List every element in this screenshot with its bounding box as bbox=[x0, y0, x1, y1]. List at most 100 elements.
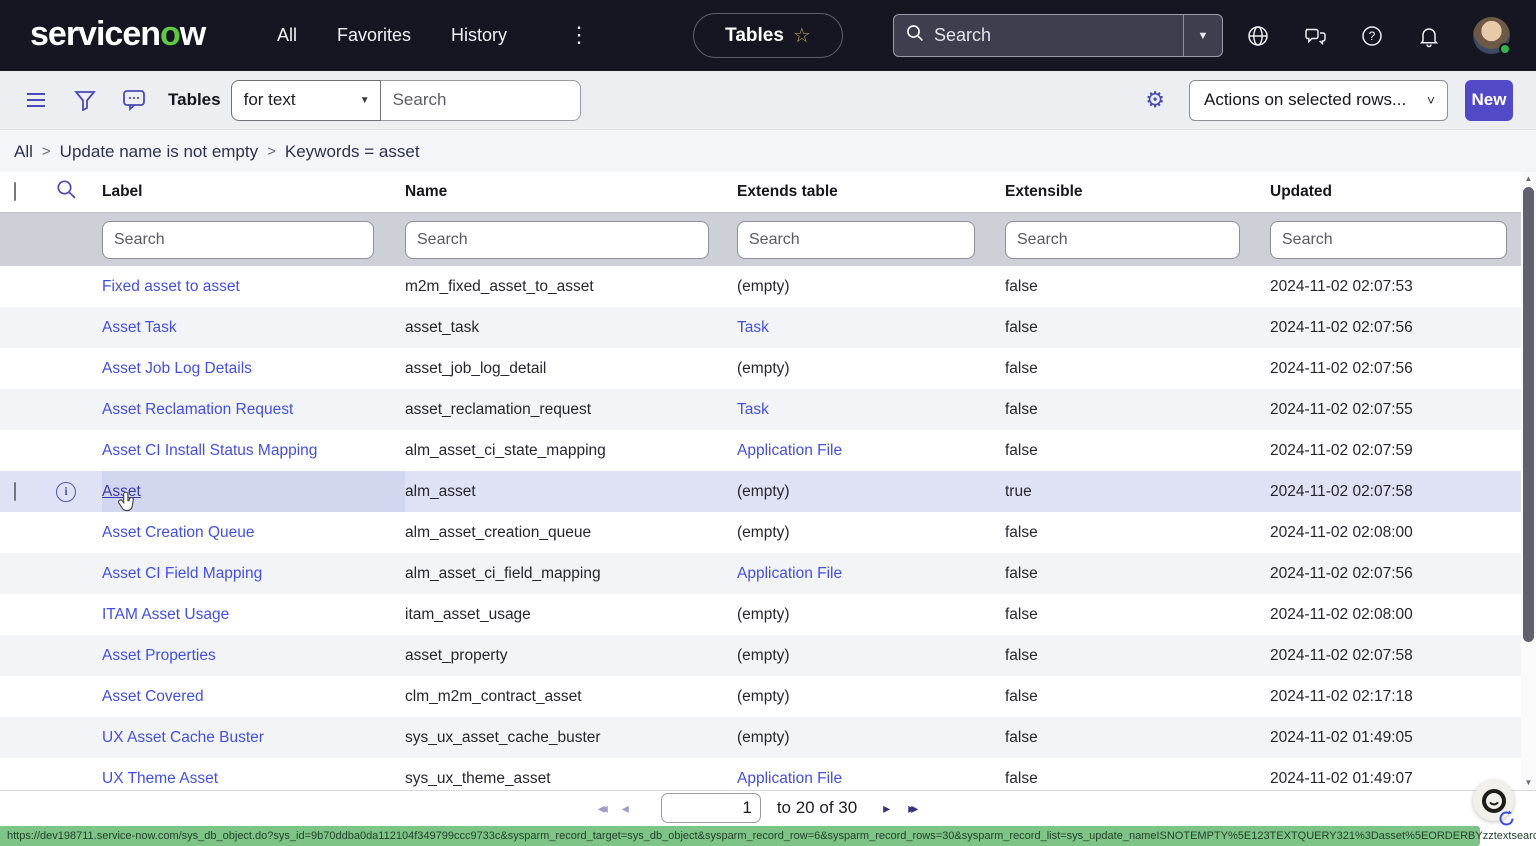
table-row[interactable]: Asset CI Field Mapping alm_asset_ci_field… bbox=[0, 553, 1521, 594]
table-row[interactable]: Asset Creation Queue alm_asset_creation_q… bbox=[0, 512, 1521, 553]
filter-input-name[interactable] bbox=[405, 220, 709, 259]
last-page-button[interactable]: ▸▸ bbox=[908, 800, 918, 817]
pagination-range-text: to 20 of 30 bbox=[776, 798, 858, 817]
list-search-input[interactable] bbox=[380, 79, 581, 121]
chat-icon[interactable] bbox=[1302, 23, 1328, 49]
extends-table-link[interactable]: Application File bbox=[737, 565, 842, 582]
first-page-button[interactable]: ◂◂ bbox=[598, 800, 608, 817]
extensible-value: false bbox=[1005, 277, 1038, 295]
record-label-link[interactable]: Asset Task bbox=[102, 319, 177, 337]
list-context-menu-icon[interactable] bbox=[24, 88, 48, 112]
column-header-name[interactable]: Name bbox=[405, 183, 737, 201]
record-label-link[interactable]: UX Theme Asset bbox=[102, 770, 218, 788]
record-label-link[interactable]: Asset CI Field Mapping bbox=[102, 565, 262, 583]
next-page-button[interactable]: ▸ bbox=[883, 800, 894, 817]
table-row[interactable]: Fixed asset to asset m2m_fixed_asset_to_a… bbox=[0, 266, 1521, 307]
breadcrumb-keywords[interactable]: Keywords = asset bbox=[285, 142, 420, 162]
column-header-label[interactable]: Label bbox=[102, 183, 405, 201]
extensible-value: false bbox=[1005, 728, 1038, 746]
breadcrumb-all[interactable]: All bbox=[14, 142, 33, 162]
record-label-link[interactable]: UX Asset Cache Buster bbox=[102, 729, 264, 747]
global-search[interactable]: Search ▼ bbox=[893, 14, 1223, 57]
table-row[interactable]: Asset Reclamation Request asset_reclamati… bbox=[0, 389, 1521, 430]
pinned-tab-tables[interactable]: Tables ☆ bbox=[693, 13, 843, 58]
filter-breadcrumb: All > Update name is not empty > Keyword… bbox=[0, 131, 1536, 172]
table-row[interactable]: ITAM Asset Usage itam_asset_usage (empty) f… bbox=[0, 594, 1521, 635]
vertical-scrollbar[interactable]: ▲ ▼ bbox=[1521, 172, 1536, 790]
updated-value: 2024-11-02 02:07:58 bbox=[1270, 646, 1413, 664]
record-label-link[interactable]: Asset Covered bbox=[102, 688, 204, 706]
extends-table-value: (empty) bbox=[737, 687, 790, 705]
feedback-bubble-icon[interactable] bbox=[122, 88, 146, 112]
pagination: ◂◂ ◂ to 20 of 30 ▸ ▸▸ bbox=[598, 793, 918, 823]
scrollbar-thumb[interactable] bbox=[1523, 187, 1534, 642]
help-icon[interactable]: ? bbox=[1359, 23, 1385, 49]
scrollbar-down-arrow[interactable]: ▼ bbox=[1521, 776, 1536, 790]
extends-table-link[interactable]: Application File bbox=[737, 442, 842, 459]
select-all-checkbox[interactable] bbox=[14, 182, 16, 201]
record-name: alm_asset_creation_queue bbox=[405, 523, 592, 541]
record-label-link[interactable]: ITAM Asset Usage bbox=[102, 606, 229, 624]
search-type-select[interactable]: for text ▼ bbox=[230, 79, 381, 121]
record-label-link[interactable]: Asset Properties bbox=[102, 647, 216, 665]
filter-icon[interactable] bbox=[73, 88, 97, 112]
status-bar: https://dev198711.service-now.com/sys_db… bbox=[0, 826, 1536, 846]
notifications-bell-icon[interactable] bbox=[1416, 23, 1442, 49]
column-header-updated[interactable]: Updated bbox=[1270, 183, 1521, 201]
table-row[interactable]: UX Asset Cache Buster sys_ux_asset_cache_… bbox=[0, 717, 1521, 758]
table-row[interactable]: Asset Covered clm_m2m_contract_asset (empt… bbox=[0, 676, 1521, 717]
table-row[interactable]: Asset Job Log Details asset_job_log_detai… bbox=[0, 348, 1521, 389]
column-header-extends-table[interactable]: Extends table bbox=[737, 183, 1005, 201]
table-row[interactable]: Asset CI Install Status Mapping alm_asset… bbox=[0, 430, 1521, 471]
extensible-value: false bbox=[1005, 318, 1038, 336]
actions-on-selected-rows-select[interactable]: Actions on selected rows... ˅ bbox=[1189, 79, 1448, 121]
extensible-value: false bbox=[1005, 564, 1038, 582]
updated-value: 2024-11-02 02:07:53 bbox=[1270, 277, 1413, 295]
extends-table-link[interactable]: Task bbox=[737, 401, 769, 418]
extends-table-value: (empty) bbox=[737, 728, 790, 746]
star-icon[interactable]: ☆ bbox=[793, 23, 811, 48]
servicenow-logo[interactable]: servicenow bbox=[30, 15, 206, 54]
previous-page-button[interactable]: ◂ bbox=[622, 800, 633, 817]
record-label-link[interactable]: Asset CI Install Status Mapping bbox=[102, 442, 317, 460]
filter-input-label[interactable] bbox=[102, 220, 374, 259]
record-label-link[interactable]: Asset Creation Queue bbox=[102, 524, 255, 542]
record-label-link[interactable]: Asset Job Log Details bbox=[102, 360, 252, 378]
updated-value: 2024-11-02 02:07:56 bbox=[1270, 318, 1413, 336]
record-label-link[interactable]: Asset Reclamation Request bbox=[102, 401, 293, 419]
record-label-link[interactable]: Fixed asset to asset bbox=[102, 278, 240, 296]
record-name: asset_property bbox=[405, 646, 508, 664]
record-name: sys_ux_asset_cache_buster bbox=[405, 728, 601, 746]
table-row[interactable]: Asset Task asset_task Task false 2024-11-02 … bbox=[0, 307, 1521, 348]
filter-input-extends-table[interactable] bbox=[737, 220, 975, 259]
filter-input-updated[interactable] bbox=[1270, 220, 1507, 259]
table-row[interactable]: i Asset alm_asset (empty) true 2024-11-02 02:… bbox=[0, 471, 1521, 512]
column-search-icon[interactable] bbox=[56, 179, 102, 205]
nav-all[interactable]: All bbox=[277, 25, 297, 46]
info-icon[interactable]: i bbox=[56, 481, 76, 502]
row-checkbox[interactable] bbox=[14, 481, 16, 501]
filter-input-extensible[interactable] bbox=[1005, 220, 1240, 259]
gear-icon[interactable]: ⚙ bbox=[1145, 87, 1165, 113]
table-header-row: Label Name Extends table Extensible Upda… bbox=[0, 172, 1521, 212]
updated-value: 2024-11-02 02:07:56 bbox=[1270, 359, 1413, 377]
extends-table-link[interactable]: Application File bbox=[737, 770, 842, 787]
table-row[interactable]: UX Theme Asset sys_ux_theme_asset Applicat… bbox=[0, 758, 1521, 790]
header-icons: ? bbox=[1245, 0, 1511, 71]
more-menu-icon[interactable]: ⋮ bbox=[568, 22, 590, 48]
new-button[interactable]: New bbox=[1465, 79, 1513, 121]
column-header-extensible[interactable]: Extensible bbox=[1005, 183, 1270, 201]
user-avatar[interactable] bbox=[1473, 17, 1511, 55]
top-header: servicenow All Favorites History ⋮ Table… bbox=[0, 0, 1536, 71]
extends-table-link[interactable]: Task bbox=[737, 319, 769, 336]
nav-favorites[interactable]: Favorites bbox=[337, 25, 411, 46]
search-scope-dropdown[interactable]: ▼ bbox=[1184, 30, 1222, 42]
globe-icon[interactable] bbox=[1245, 23, 1271, 49]
updated-value: 2024-11-02 02:07:56 bbox=[1270, 564, 1413, 582]
table-row[interactable]: Asset Properties asset_property (empty) fal… bbox=[0, 635, 1521, 676]
nav-history[interactable]: History bbox=[451, 25, 507, 46]
scrollbar-up-arrow[interactable]: ▲ bbox=[1521, 172, 1536, 186]
breadcrumb-update-name[interactable]: Update name is not empty bbox=[60, 142, 258, 162]
page-number-input[interactable] bbox=[660, 793, 761, 823]
updated-value: 2024-11-02 01:49:05 bbox=[1270, 728, 1413, 746]
